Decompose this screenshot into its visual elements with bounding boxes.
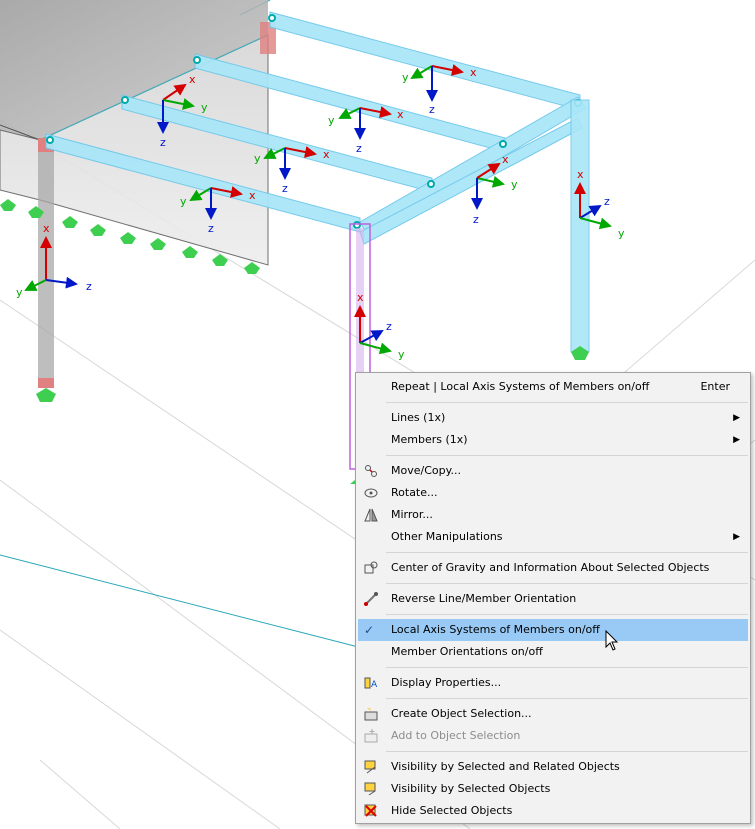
visibility-selected-icon (364, 782, 376, 796)
menu-item-label: Move/Copy... (391, 464, 462, 477)
menu-separator (386, 552, 748, 553)
menu-item-label: Visibility by Selected Objects (391, 782, 551, 795)
submenu-arrow-icon: ▶ (733, 532, 740, 542)
svg-text:y: y (511, 178, 518, 191)
menu-separator (386, 583, 748, 584)
create-selection-icon (364, 708, 378, 721)
svg-text:x: x (577, 168, 584, 181)
menu-item-other-manipulations[interactable]: Other Manipulations ▶ (358, 526, 748, 548)
menu-item-display-properties[interactable]: A Display Properties... (358, 672, 748, 694)
menu-item-local-axis-systems[interactable]: ✓ Local Axis Systems of Members on/off (358, 619, 748, 641)
menu-item-label: Other Manipulations (391, 530, 503, 543)
menu-separator (386, 698, 748, 699)
menu-item-label: Center of Gravity and Information About … (391, 561, 710, 574)
display-properties-icon: A (364, 677, 378, 690)
submenu-arrow-icon: ▶ (733, 435, 740, 445)
svg-text:x: x (357, 291, 364, 304)
menu-item-label: Reverse Line/Member Orientation (391, 592, 577, 605)
move-copy-icon (365, 465, 377, 477)
svg-text:y: y (402, 71, 409, 84)
svg-text:z: z (429, 103, 435, 116)
menu-item-hide-objects[interactable]: Hide Selected Objects (358, 800, 748, 822)
menu-separator (386, 614, 748, 615)
svg-text:y: y (328, 114, 335, 127)
menu-item-mirror[interactable]: Mirror... (358, 504, 748, 526)
submenu-arrow-icon: ▶ (733, 413, 740, 423)
column-right[interactable] (570, 99, 590, 353)
svg-text:z: z (386, 320, 392, 333)
svg-text:A: A (371, 680, 378, 690)
menu-item-label: Lines (1x) (391, 411, 446, 424)
center-of-gravity-icon (364, 561, 378, 574)
visibility-related-icon (364, 760, 376, 774)
svg-text:x: x (249, 189, 256, 202)
menu-item-label: Hide Selected Objects (391, 804, 513, 817)
menu-item-label: Create Object Selection... (391, 707, 532, 720)
svg-text:z: z (208, 222, 214, 235)
svg-text:y: y (398, 348, 405, 361)
menu-item-create-selection[interactable]: Create Object Selection... (358, 703, 748, 725)
checkmark-icon: ✓ (364, 623, 375, 637)
rotate-icon (364, 488, 378, 498)
menu-separator (386, 402, 748, 403)
add-selection-icon (364, 729, 378, 743)
menu-separator (386, 455, 748, 456)
column-left-bottom (38, 378, 54, 388)
menu-item-member-orientations[interactable]: Member Orientations on/off (358, 641, 748, 663)
svg-text:z: z (604, 195, 610, 208)
menu-shortcut: Enter (700, 380, 730, 393)
svg-text:x: x (397, 108, 404, 121)
menu-item-members[interactable]: Members (1x) ▶ (358, 429, 748, 451)
menu-item-label: Member Orientations on/off (391, 645, 543, 658)
menu-item-visibility-related[interactable]: Visibility by Selected and Related Objec… (358, 756, 748, 778)
menu-separator (386, 751, 748, 752)
menu-item-label: Members (1x) (391, 433, 468, 446)
menu-item-label: Add to Object Selection (391, 729, 521, 742)
menu-item-repeat[interactable]: Repeat | Local Axis Systems of Members o… (358, 376, 748, 398)
svg-text:y: y (16, 286, 23, 299)
menu-item-center-of-gravity[interactable]: Center of Gravity and Information About … (358, 557, 748, 579)
menu-item-lines[interactable]: Lines (1x) ▶ (358, 407, 748, 429)
menu-item-label: Display Properties... (391, 676, 502, 689)
svg-text:z: z (356, 142, 362, 155)
menu-item-visibility-selected[interactable]: Visibility by Selected Objects (358, 778, 748, 800)
svg-text:x: x (43, 222, 50, 235)
menu-item-label: Mirror... (391, 508, 433, 521)
menu-separator (386, 667, 748, 668)
context-menu[interactable]: Repeat | Local Axis Systems of Members o… (355, 372, 751, 824)
svg-text:x: x (502, 153, 509, 166)
grid-axis-line (0, 554, 371, 651)
menu-item-reverse-orientation[interactable]: Reverse Line/Member Orientation (358, 588, 748, 610)
svg-text:x: x (323, 148, 330, 161)
svg-text:x: x (189, 73, 196, 86)
svg-text:z: z (160, 136, 166, 149)
reverse-orientation-icon (364, 592, 378, 606)
svg-text:y: y (618, 227, 625, 240)
menu-item-label: Repeat | Local Axis Systems of Members o… (391, 380, 650, 393)
hide-objects-icon (364, 804, 377, 817)
mouse-cursor-icon (605, 630, 619, 651)
mirror-icon (364, 508, 378, 522)
menu-item-label: Local Axis Systems of Members on/off (391, 623, 600, 636)
menu-item-rotate[interactable]: Rotate... (358, 482, 748, 504)
svg-text:z: z (282, 182, 288, 195)
menu-item-label: Visibility by Selected and Related Objec… (391, 760, 620, 773)
svg-text:y: y (180, 195, 187, 208)
menu-item-move-copy[interactable]: Move/Copy... (358, 460, 748, 482)
menu-item-add-selection[interactable]: Add to Object Selection (358, 725, 748, 747)
svg-text:z: z (86, 280, 92, 293)
menu-item-label: Rotate... (391, 486, 438, 499)
svg-text:y: y (201, 101, 208, 114)
svg-text:x: x (470, 66, 477, 79)
svg-text:y: y (254, 152, 261, 165)
svg-text:z: z (473, 213, 479, 226)
